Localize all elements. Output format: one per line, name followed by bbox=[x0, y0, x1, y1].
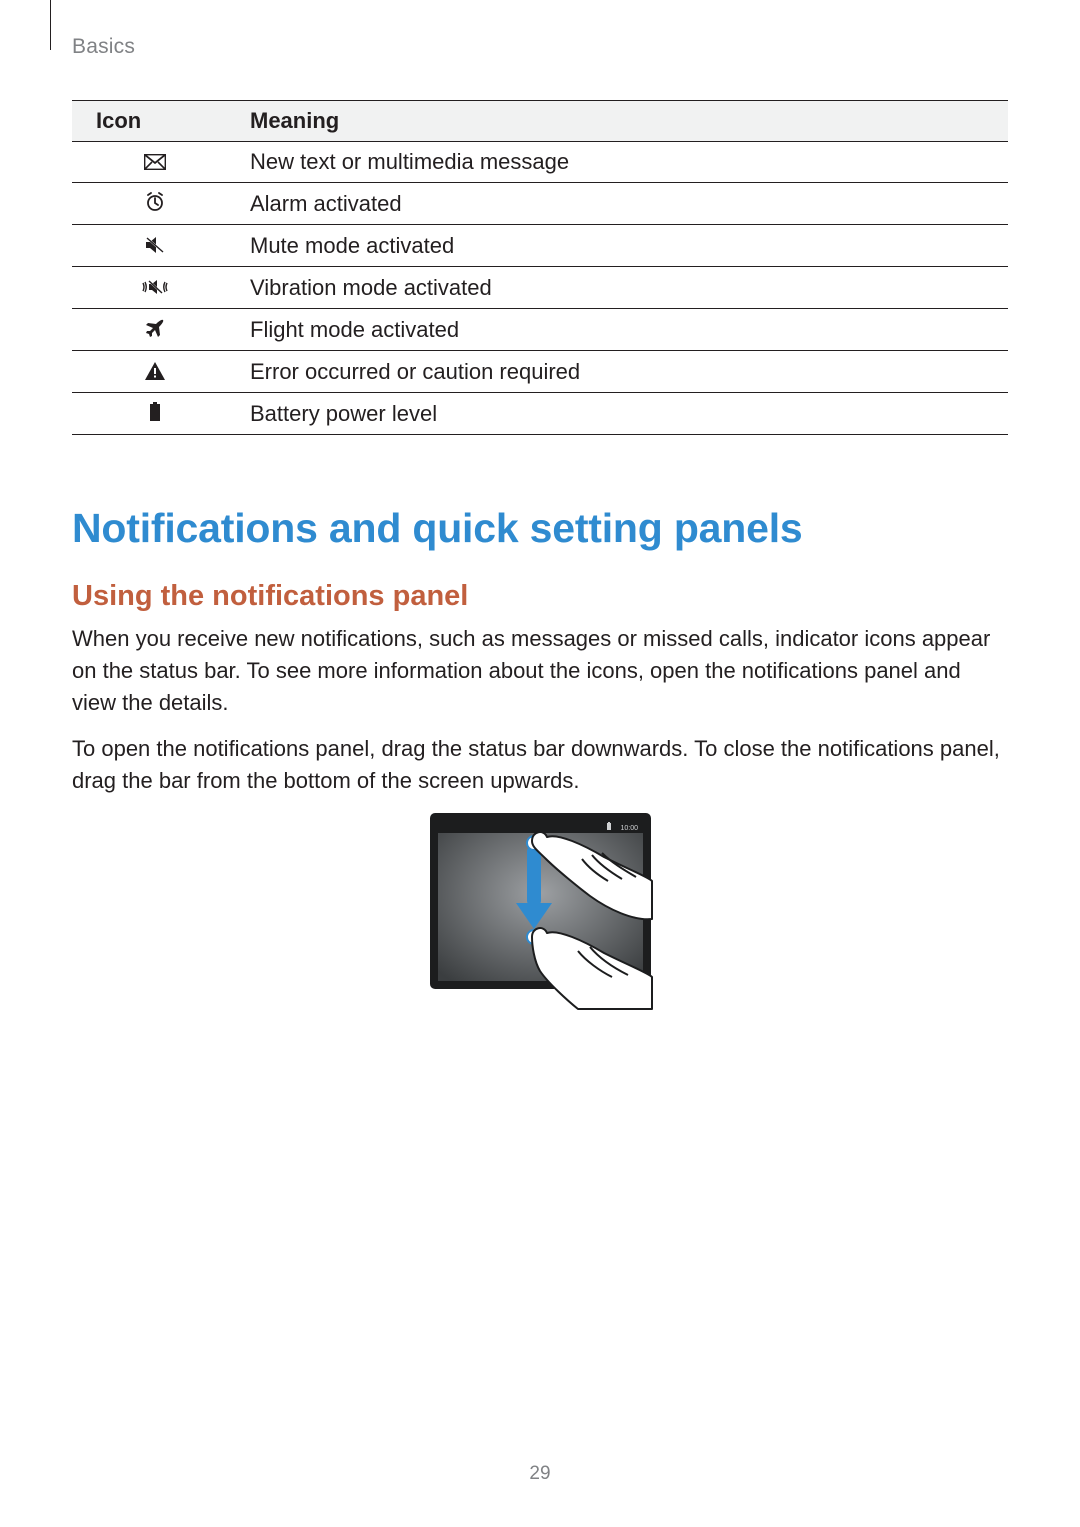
heading-sub: Using the notifications panel bbox=[72, 580, 1008, 613]
table-cell-meaning: Flight mode activated bbox=[238, 309, 1008, 351]
table-row: Flight mode activated bbox=[72, 309, 1008, 351]
table-row: Vibration mode activated bbox=[72, 267, 1008, 309]
section-label: Basics bbox=[72, 35, 135, 59]
vibrate-icon bbox=[140, 275, 170, 303]
table-cell-meaning: Vibration mode activated bbox=[238, 267, 1008, 309]
table-row: Alarm activated bbox=[72, 183, 1008, 225]
heading-main: Notifications and quick setting panels bbox=[72, 505, 1008, 552]
table-cell-meaning: Battery power level bbox=[238, 393, 1008, 435]
table-header-icon: Icon bbox=[72, 101, 238, 142]
status-time: 10:00 bbox=[620, 825, 638, 832]
warning-icon bbox=[145, 359, 165, 387]
drag-down-illustration: 10:00 bbox=[428, 811, 653, 1011]
page-number: 29 bbox=[0, 1463, 1080, 1485]
icon-meaning-table: Icon Meaning New te bbox=[72, 100, 1008, 435]
table-row: Mute mode activated bbox=[72, 225, 1008, 267]
table-cell-meaning: Error occurred or caution required bbox=[238, 351, 1008, 393]
paragraph-2: To open the notifications panel, drag th… bbox=[72, 733, 1008, 797]
table-header-meaning: Meaning bbox=[238, 101, 1008, 142]
mute-icon bbox=[144, 233, 166, 261]
table-row: New text or multimedia message bbox=[72, 141, 1008, 183]
paragraph-1: When you receive new notifications, such… bbox=[72, 623, 1008, 719]
alarm-icon bbox=[145, 191, 165, 219]
table-row: Error occurred or caution required bbox=[72, 351, 1008, 393]
message-icon bbox=[144, 149, 166, 177]
table-cell-meaning: New text or multimedia message bbox=[238, 141, 1008, 183]
battery-icon bbox=[149, 401, 161, 429]
flight-icon bbox=[145, 317, 165, 345]
table-cell-meaning: Alarm activated bbox=[238, 183, 1008, 225]
table-cell-meaning: Mute mode activated bbox=[238, 225, 1008, 267]
table-row: Battery power level bbox=[72, 393, 1008, 435]
page-edge-rule bbox=[50, 0, 51, 50]
